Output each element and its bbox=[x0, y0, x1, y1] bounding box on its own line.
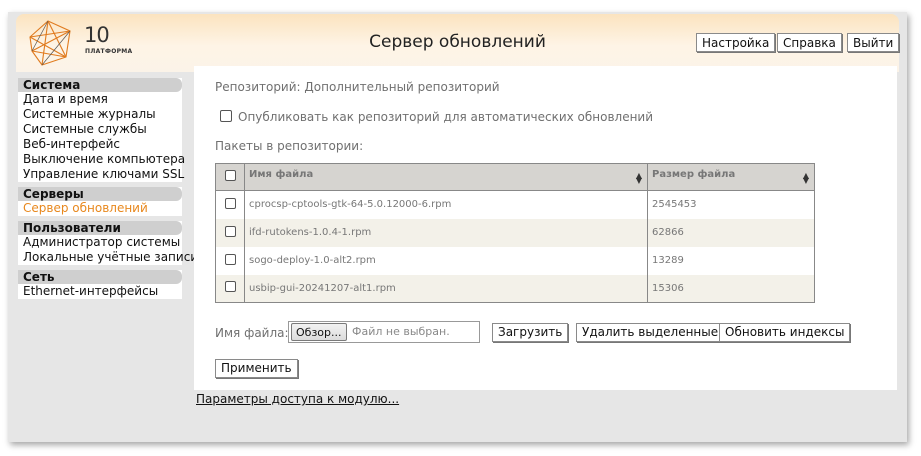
reindex-button[interactable]: Обновить индексы bbox=[719, 323, 851, 342]
column-header-filesize[interactable]: Размер файла ▲ ▼ bbox=[647, 163, 815, 191]
sidebar-heading: Пользователи bbox=[18, 221, 182, 235]
sidebar-item-web-interface[interactable]: Веб-интерфейс bbox=[18, 137, 182, 152]
header: 10 ПЛАТФОРМА Сервер обновлений Настройка… bbox=[16, 14, 900, 72]
publish-checkbox[interactable] bbox=[220, 110, 232, 122]
file-name-cell: ifd-rutokens-1.0.4-1.rpm bbox=[244, 218, 648, 247]
sidebar-heading: Система bbox=[18, 78, 182, 92]
row-checkbox[interactable] bbox=[224, 281, 236, 293]
row-checkbox[interactable] bbox=[224, 197, 236, 209]
packages-label: Пакеты в репозитории: bbox=[215, 139, 364, 153]
sidebar-item-local-accounts[interactable]: Локальные учётные записи bbox=[18, 250, 198, 265]
sidebar-item-system-services[interactable]: Системные службы bbox=[18, 122, 182, 137]
browse-button[interactable]: Обзор... bbox=[291, 323, 347, 341]
app-window: 10 ПЛАТФОРМА Сервер обновлений Настройка… bbox=[8, 12, 907, 442]
select-all-cell bbox=[215, 163, 245, 191]
upload-button[interactable]: Загрузить bbox=[492, 323, 569, 342]
column-header-filename[interactable]: Имя файла ▲ ▼ bbox=[244, 163, 648, 191]
row-select-cell bbox=[215, 218, 245, 247]
file-input[interactable]: Обзор... Файл не выбран. bbox=[288, 321, 480, 343]
publish-label: Опубликовать как репозиторий для автомат… bbox=[238, 110, 654, 124]
sidebar-group-servers: Серверы Сервер обновлений bbox=[18, 187, 182, 216]
table-row: cprocsp-cptools-gtk-64-5.0.12000-6.rpm 2… bbox=[215, 190, 815, 219]
publish-option[interactable]: Опубликовать как репозиторий для автомат… bbox=[220, 110, 653, 124]
table-row: usbip-gui-20241207-alt1.rpm 15306 bbox=[215, 274, 815, 303]
sidebar-item-ssl-keys[interactable]: Управление ключами SSL bbox=[18, 167, 184, 182]
sidebar-item-admin[interactable]: Администратор системы bbox=[18, 235, 182, 250]
help-button[interactable]: Справка bbox=[777, 33, 842, 52]
column-header-label: Имя файла bbox=[249, 169, 314, 180]
sidebar-item-datetime[interactable]: Дата и время bbox=[18, 92, 182, 107]
sidebar-heading: Сеть bbox=[18, 270, 182, 284]
table-row: ifd-rutokens-1.0.4-1.rpm 62866 bbox=[215, 218, 815, 247]
sidebar-group-system: Система Дата и время Системные журналы С… bbox=[18, 78, 185, 182]
file-size-cell: 13289 bbox=[647, 246, 815, 275]
row-checkbox[interactable] bbox=[224, 253, 236, 265]
file-name-cell: cprocsp-cptools-gtk-64-5.0.12000-6.rpm bbox=[244, 190, 648, 219]
sidebar-item-shutdown[interactable]: Выключение компьютера bbox=[18, 152, 185, 167]
settings-button[interactable]: Настройка bbox=[696, 33, 776, 52]
main-panel: Репозиторий: Дополнительный репозиторий … bbox=[194, 66, 897, 390]
row-select-cell bbox=[215, 274, 245, 303]
row-select-cell bbox=[215, 246, 245, 275]
column-header-label: Размер файла bbox=[652, 169, 736, 180]
sidebar-heading: Серверы bbox=[18, 187, 182, 201]
sidebar-item-ethernet[interactable]: Ethernet-интерфейсы bbox=[18, 284, 182, 299]
select-all-checkbox[interactable] bbox=[224, 170, 236, 181]
apply-button[interactable]: Применить bbox=[215, 359, 298, 378]
sort-icon[interactable]: ▲ ▼ bbox=[803, 172, 809, 185]
file-size-cell: 15306 bbox=[647, 274, 815, 303]
table-row: sogo-deploy-1.0-alt2.rpm 13289 bbox=[215, 246, 815, 275]
no-file-text: Файл не выбран. bbox=[352, 325, 450, 338]
packages-table: Имя файла ▲ ▼ Размер файла ▲ ▼ cprocsp-cpt… bbox=[215, 163, 815, 303]
access-params-link[interactable]: Параметры доступа к модулю... bbox=[196, 392, 399, 406]
file-size-cell: 2545453 bbox=[647, 190, 815, 219]
file-label: Имя файла: bbox=[215, 326, 289, 340]
sidebar-group-network: Сеть Ethernet-интерфейсы bbox=[18, 270, 182, 299]
sidebar: Система Дата и время Системные журналы С… bbox=[18, 78, 198, 304]
row-select-cell bbox=[215, 190, 245, 219]
row-checkbox[interactable] bbox=[224, 225, 236, 237]
delete-selected-button[interactable]: Удалить выделенные bbox=[576, 323, 725, 342]
file-size-cell: 62866 bbox=[647, 218, 815, 247]
sidebar-item-update-server[interactable]: Сервер обновлений bbox=[18, 201, 182, 216]
sidebar-item-system-logs[interactable]: Системные журналы bbox=[18, 107, 182, 122]
logout-button[interactable]: Выйти bbox=[847, 33, 900, 52]
sidebar-group-users: Пользователи Администратор системы Локал… bbox=[18, 221, 198, 265]
repository-line: Репозиторий: Дополнительный репозиторий bbox=[215, 80, 500, 94]
file-name-cell: usbip-gui-20241207-alt1.rpm bbox=[244, 274, 648, 303]
sort-icon[interactable]: ▲ ▼ bbox=[636, 172, 642, 185]
file-name-cell: sogo-deploy-1.0-alt2.rpm bbox=[244, 246, 648, 275]
